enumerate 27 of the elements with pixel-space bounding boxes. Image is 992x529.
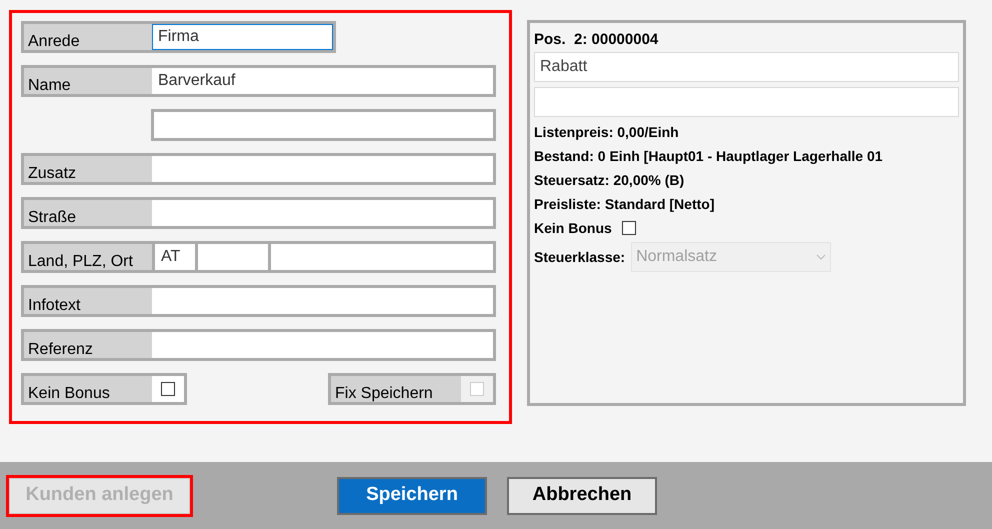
select-label: Steuerklasse:: [534, 248, 626, 266]
text-field[interactable]: [534, 87, 959, 117]
zip-field[interactable]: [198, 244, 268, 270]
text-field[interactable]: Firma: [152, 24, 333, 50]
checkbox-label: Kein Bonus: [534, 218, 612, 238]
description-field[interactable]: Rabatt: [534, 52, 959, 82]
info-line: Bestand: 0 Einh [Haupt01 - Hauptlager Lagerhalle 01: [534, 147, 884, 166]
field-label: Land, PLZ, Ort: [24, 244, 152, 270]
footer-button[interactable]: Speichern: [337, 476, 487, 514]
text-field[interactable]: [152, 200, 493, 226]
position-title: Pos. 2: 00000004: [534, 30, 660, 50]
checkbox-label: Kein Bonus: [27, 384, 111, 402]
country-field[interactable]: AT: [155, 244, 195, 270]
checkbox[interactable]: [161, 382, 175, 396]
text-field[interactable]: [152, 156, 493, 182]
info-line: Steuersatz: 20,00% (B): [534, 171, 686, 190]
checkbox[interactable]: [622, 221, 636, 235]
footer-button[interactable]: Abbrechen: [507, 476, 657, 514]
chevron-down-icon: [816, 254, 826, 260]
info-line: Preisliste: Standard [Netto]: [534, 195, 716, 214]
text-field[interactable]: [152, 288, 493, 314]
text-field[interactable]: [152, 332, 493, 358]
checkbox-label: Fix Speichern: [334, 384, 434, 402]
city-field[interactable]: [271, 244, 493, 270]
info-line: Listenpreis: 0,00/Einh: [534, 123, 680, 142]
text-field[interactable]: Barverkauf: [152, 68, 493, 94]
text-field[interactable]: [151, 109, 496, 141]
